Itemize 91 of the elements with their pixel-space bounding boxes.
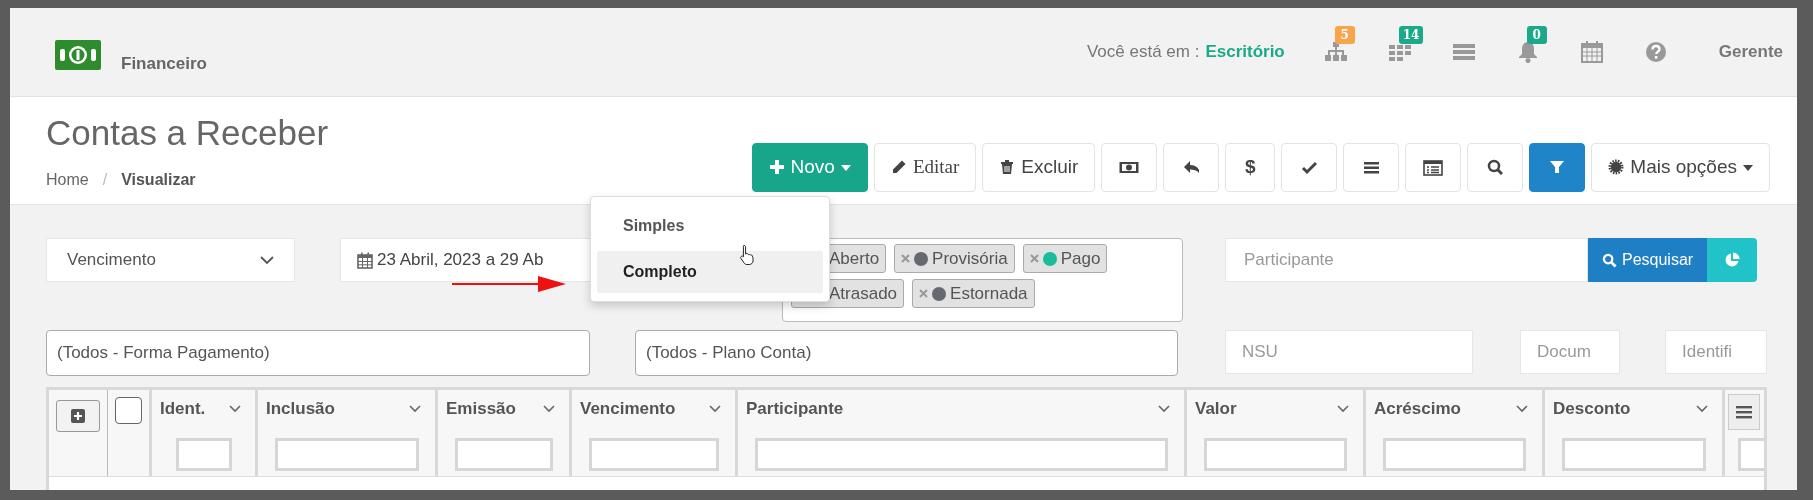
reply-button[interactable] [1163, 143, 1220, 192]
calendar-icon[interactable] [1580, 41, 1603, 63]
column-menu-button[interactable] [1728, 394, 1760, 430]
chevron-down-icon[interactable] [709, 405, 721, 413]
count-badge: 14 [1398, 26, 1424, 44]
caret-icon [1743, 164, 1753, 171]
column-header[interactable]: Emissão [446, 396, 516, 422]
remove-icon[interactable] [901, 254, 911, 263]
chevron-down-icon[interactable] [409, 405, 421, 413]
breadcrumb-separator: / [102, 170, 108, 190]
chevron-down-icon[interactable] [229, 405, 241, 413]
chevron-down-icon[interactable] [543, 405, 555, 413]
card-icon [1423, 159, 1444, 176]
chevron-down-icon[interactable] [1696, 405, 1708, 413]
user-menu[interactable]: Gerente [1718, 39, 1783, 65]
sitemap-icon[interactable] [1324, 41, 1347, 63]
search-icon [1487, 159, 1504, 176]
count-badge: 0 [1526, 26, 1547, 44]
search-button[interactable]: Pesquisar [1588, 238, 1708, 282]
location-label: Você está em : [1086, 41, 1200, 64]
banknote-icon [1119, 159, 1140, 176]
plus-icon [768, 159, 785, 176]
column-filter-field[interactable] [588, 438, 719, 471]
status-tag[interactable]: Pago [1022, 244, 1108, 273]
count-badge: 5 [1334, 26, 1355, 44]
chevron-down-icon [260, 255, 274, 265]
status-tag[interactable]: Provisória [894, 244, 1015, 273]
column-header[interactable]: Vencimento [580, 396, 676, 422]
column-header[interactable]: Inclusão [266, 396, 335, 422]
pencil-icon [890, 159, 907, 176]
edit-button[interactable]: Editar [873, 143, 977, 192]
banknote-button[interactable] [1101, 143, 1158, 192]
breadcrumb-link[interactable]: Home [46, 168, 89, 192]
remove-icon[interactable] [1029, 254, 1039, 263]
column-filter-field[interactable] [1203, 438, 1347, 471]
column-header[interactable]: Ident. [160, 396, 206, 422]
check-button[interactable] [1281, 143, 1338, 192]
select-all-checkbox[interactable] [115, 397, 142, 424]
calendar-icon [357, 251, 373, 269]
column-header[interactable]: Acréscimo [1374, 396, 1461, 422]
date-type-select[interactable]: Vencimento [46, 238, 295, 282]
bell-icon[interactable] [1516, 41, 1539, 63]
payment-method-field[interactable]: (Todos - Forma Pagamento) [46, 330, 590, 376]
column-header[interactable]: Desconto [1553, 396, 1631, 422]
trash-icon [999, 159, 1016, 176]
column-header[interactable]: Valor [1195, 396, 1237, 422]
status-tag[interactable]: Estornada [912, 279, 1035, 308]
chevron-down-icon[interactable] [1516, 405, 1528, 413]
delete-button[interactable]: Excluir [982, 143, 1096, 192]
column-filter-field[interactable] [1382, 438, 1526, 471]
filter-button[interactable] [1529, 143, 1586, 192]
column-filter-field[interactable] [175, 438, 232, 471]
add-row-button[interactable] [56, 400, 100, 432]
list-icon [1363, 159, 1380, 176]
status-multiselect[interactable]: Aberto Provisória Pago Atrasado Estornada [782, 238, 1183, 322]
pointer-arrow-icon [452, 275, 566, 293]
remove-icon[interactable] [919, 289, 929, 298]
help-icon[interactable] [1644, 41, 1667, 63]
app-title: Financeiro [121, 55, 207, 72]
identifier-field[interactable]: Identifi [1665, 330, 1767, 374]
check-icon [1301, 159, 1318, 176]
plus-icon [71, 409, 85, 423]
card-button[interactable] [1405, 143, 1462, 192]
page-title: Contas a Receber [46, 113, 329, 153]
pie-chart-icon [1724, 252, 1741, 268]
filter-icon [1549, 159, 1566, 176]
chevron-down-icon[interactable] [1337, 405, 1349, 413]
menu-icon [1736, 405, 1752, 419]
column-filter-field[interactable] [454, 438, 553, 471]
menu-item[interactable]: Completo [597, 251, 823, 293]
more-options-button[interactable]: Mais opções [1591, 143, 1770, 192]
column-filter-field[interactable] [1561, 438, 1706, 471]
column-filter-field[interactable] [754, 438, 1168, 471]
participant-field[interactable]: Participante [1225, 238, 1588, 282]
breadcrumb-current: Visualizar [121, 170, 196, 190]
server-icon[interactable] [1452, 41, 1475, 63]
search-button[interactable] [1467, 143, 1524, 192]
document-field[interactable]: Docum [1520, 330, 1620, 374]
caret-icon [840, 164, 851, 171]
list-button[interactable] [1343, 143, 1400, 192]
hand-pointer-icon [740, 244, 755, 266]
nsu-field[interactable]: NSU [1225, 330, 1473, 374]
gear-icon [1608, 159, 1625, 176]
dollar-button[interactable]: $ [1225, 143, 1276, 192]
chart-button[interactable] [1707, 238, 1758, 282]
chevron-down-icon[interactable] [1158, 405, 1170, 413]
column-filter-field[interactable] [274, 438, 419, 471]
search-icon [1602, 252, 1617, 268]
column-header[interactable]: Participante [746, 396, 844, 422]
account-plan-field[interactable]: (Todos - Plano Conta) [635, 330, 1178, 376]
money-logo-icon [55, 40, 101, 70]
